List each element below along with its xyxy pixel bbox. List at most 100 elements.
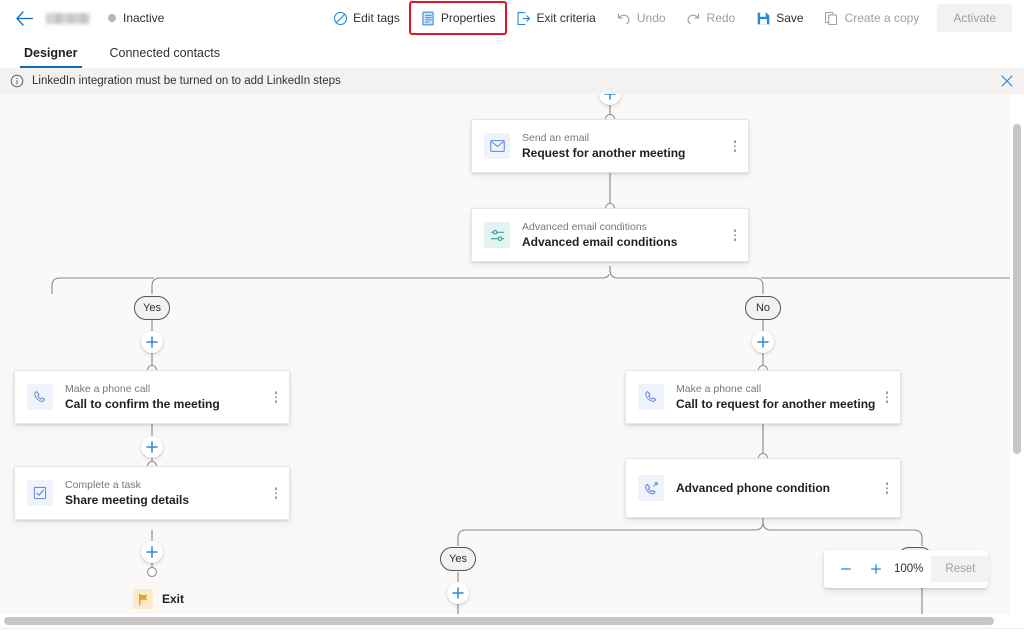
tab-connected-contacts-label: Connected contacts — [110, 46, 221, 60]
redo-icon — [686, 10, 702, 26]
flow-node-subtitle: Make a phone call — [676, 382, 875, 396]
flow-node-title: Advanced phone condition — [676, 480, 830, 496]
add-step-button-bottom-yes[interactable] — [447, 582, 469, 604]
flow-node-text: Send an email Request for another meetin… — [522, 131, 685, 161]
flow-node-exit[interactable]: Exit — [133, 589, 184, 609]
branch-pill-phone-yes-label: Yes — [449, 553, 467, 565]
flow-node-text: Make a phone call Call to request for an… — [676, 382, 875, 412]
envelope-icon — [484, 133, 510, 159]
document-icon — [420, 10, 436, 26]
zoom-level-label: 100% — [894, 563, 923, 575]
plus-icon — [757, 336, 769, 348]
branch-pill-email-yes[interactable]: Yes — [134, 296, 170, 320]
zoom-out-button[interactable] — [834, 557, 858, 581]
tag-icon — [332, 10, 348, 26]
flow-node-title: Advanced email conditions — [522, 234, 677, 250]
node-more-options-icon[interactable] — [734, 229, 737, 241]
save-icon — [755, 10, 771, 26]
tab-designer-label: Designer — [24, 46, 78, 60]
flow-node-subtitle: Advanced email conditions — [522, 220, 677, 234]
flow-node-title: Request for another meeting — [522, 145, 685, 161]
flow-node-text: Make a phone call Call to confirm the me… — [65, 382, 220, 412]
save-label: Save — [776, 11, 803, 25]
minus-icon — [840, 562, 852, 576]
node-more-options-icon[interactable] — [275, 391, 278, 403]
zoom-reset-button[interactable]: Reset — [931, 556, 989, 582]
vertical-scrollbar-thumb[interactable] — [1013, 124, 1021, 454]
flow-node-call-confirm[interactable]: Make a phone call Call to confirm the me… — [14, 370, 290, 424]
close-icon[interactable] — [998, 72, 1016, 90]
back-arrow-icon[interactable] — [8, 2, 40, 34]
add-step-button-right-1[interactable] — [752, 331, 774, 353]
add-step-button-left-1[interactable] — [141, 331, 163, 353]
sliders-icon — [484, 222, 510, 248]
undo-button[interactable]: Undo — [607, 3, 675, 33]
branch-pill-email-no-label: No — [756, 302, 770, 314]
tab-bar: Designer Connected contacts — [0, 36, 1024, 68]
flow-node-advanced-email-conditions[interactable]: Advanced email conditions Advanced email… — [471, 208, 749, 262]
redo-button[interactable]: Redo — [677, 3, 745, 33]
node-more-options-icon[interactable] — [886, 482, 889, 494]
phone-branch-icon — [638, 475, 664, 501]
command-bar: Inactive Edit tags — [0, 0, 1024, 36]
connector-dot — [147, 567, 157, 577]
tab-connected-contacts[interactable]: Connected contacts — [106, 46, 225, 68]
zoom-control: 100% Reset — [824, 550, 988, 588]
redo-label: Redo — [707, 11, 736, 25]
plus-icon — [146, 546, 158, 558]
node-more-options-icon[interactable] — [734, 140, 737, 152]
branch-pill-phone-yes[interactable]: Yes — [440, 547, 476, 571]
flow-node-title: Call to request for another meeting — [676, 396, 875, 412]
branch-pill-email-yes-label: Yes — [143, 302, 161, 314]
horizontal-scrollbar-thumb[interactable] — [4, 617, 994, 625]
node-more-options-icon[interactable] — [275, 487, 278, 499]
horizontal-scrollbar[interactable] — [0, 614, 1024, 628]
add-step-button-left-3[interactable] — [141, 541, 163, 563]
create-copy-button[interactable]: Create a copy — [815, 3, 929, 33]
flow-node-subtitle: Make a phone call — [65, 382, 220, 396]
vertical-scrollbar[interactable] — [1010, 94, 1024, 614]
flow-node-exit-label: Exit — [162, 592, 184, 606]
window-bottom-edge — [0, 628, 1024, 633]
activate-button[interactable]: Activate — [937, 4, 1012, 32]
exit-criteria-button[interactable]: Exit criteria — [507, 3, 605, 33]
properties-label: Properties — [441, 11, 496, 25]
node-more-options-icon[interactable] — [886, 391, 889, 403]
exit-criteria-label: Exit criteria — [537, 11, 596, 25]
flow-node-subtitle: Send an email — [522, 131, 685, 145]
copy-icon — [824, 10, 840, 26]
notification-bar: LinkedIn integration must be turned on t… — [0, 68, 1024, 94]
task-checkbox-icon — [27, 480, 53, 506]
edit-tags-label: Edit tags — [353, 11, 400, 25]
status-dot-icon — [108, 14, 116, 22]
flow-node-call-request[interactable]: Make a phone call Call to request for an… — [625, 370, 901, 424]
phone-icon — [27, 384, 53, 410]
plus-icon — [870, 562, 882, 576]
flow-node-text: Complete a task Share meeting details — [65, 478, 189, 508]
branch-pill-email-no[interactable]: No — [745, 296, 781, 320]
zoom-in-button[interactable] — [864, 557, 888, 581]
add-step-button-left-2[interactable] — [141, 436, 163, 458]
flow-canvas[interactable]: Send an email Request for another meetin… — [0, 94, 1010, 614]
plus-icon — [452, 587, 464, 599]
flow-node-advanced-phone-condition[interactable]: Advanced phone condition — [625, 458, 901, 518]
undo-label: Undo — [637, 11, 666, 25]
properties-button[interactable]: Properties — [411, 3, 505, 33]
plus-icon — [146, 336, 158, 348]
tab-designer[interactable]: Designer — [20, 46, 82, 68]
phone-icon — [638, 384, 664, 410]
undo-icon — [616, 10, 632, 26]
status-badge: Inactive — [108, 11, 164, 25]
flow-node-title: Call to confirm the meeting — [65, 396, 220, 412]
edit-tags-button[interactable]: Edit tags — [323, 3, 409, 33]
flow-node-share-meeting-details[interactable]: Complete a task Share meeting details — [14, 466, 290, 520]
status-label: Inactive — [123, 11, 164, 25]
notification-message: LinkedIn integration must be turned on t… — [32, 75, 341, 87]
create-copy-label: Create a copy — [845, 11, 920, 25]
flow-node-text: Advanced email conditions Advanced email… — [522, 220, 677, 250]
plus-icon — [604, 94, 616, 100]
flow-designer-app: Inactive Edit tags — [0, 0, 1024, 633]
save-button[interactable]: Save — [746, 3, 812, 33]
flow-node-title: Share meeting details — [65, 492, 189, 508]
flow-node-send-email[interactable]: Send an email Request for another meetin… — [471, 119, 749, 173]
